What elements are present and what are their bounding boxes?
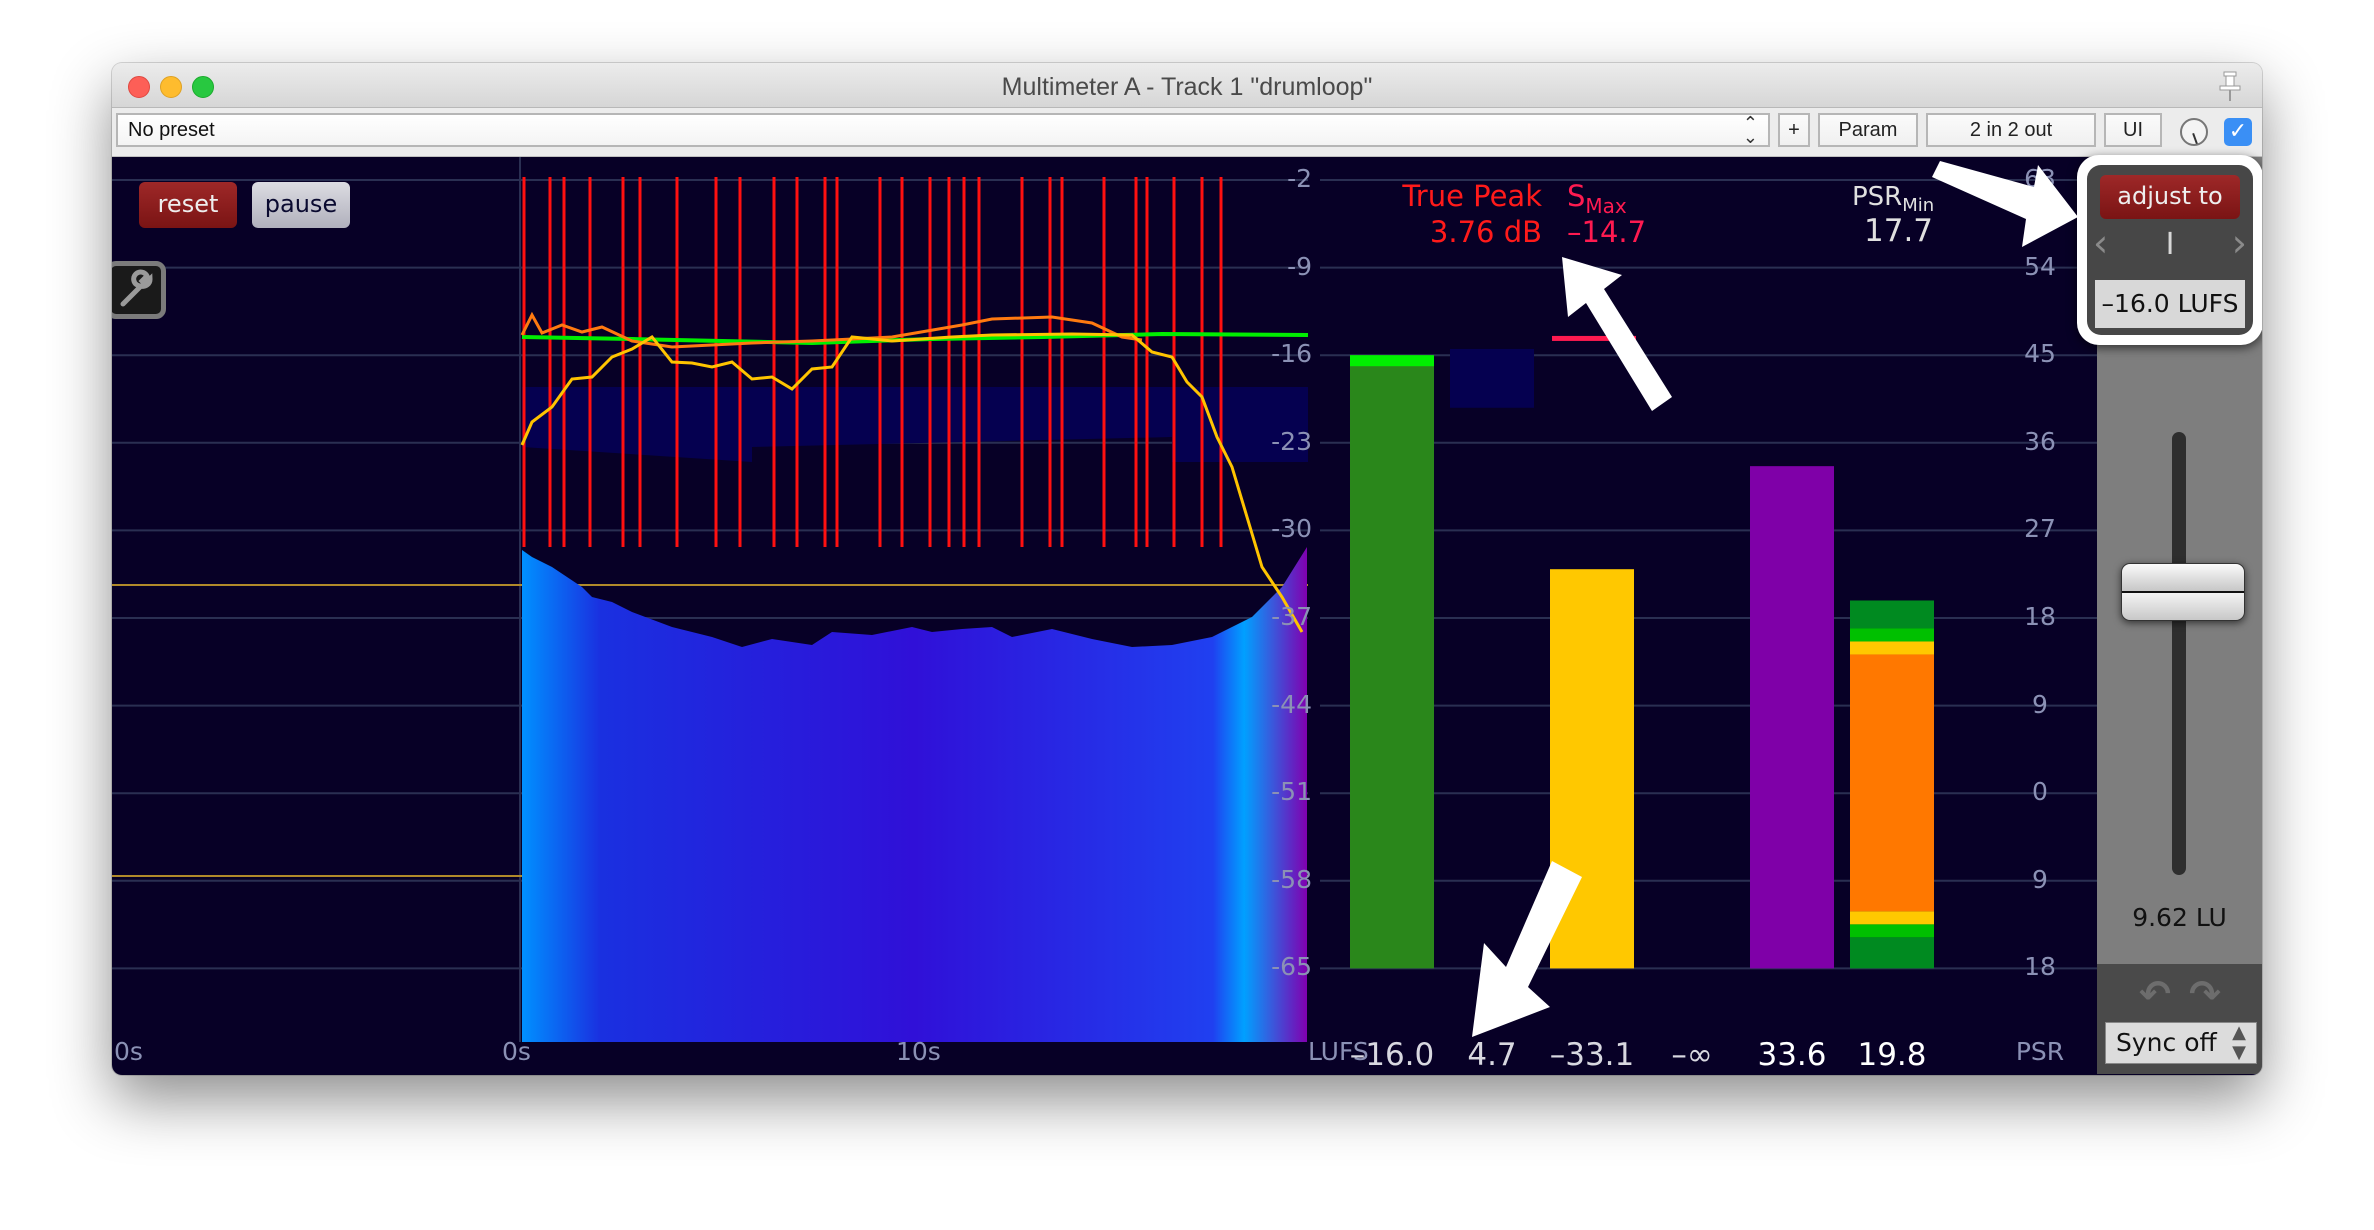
meter-value: 19.8 — [1857, 1037, 1927, 1073]
meter-label: I — [1347, 1073, 1437, 1075]
psr-unit-label: PSR — [2015, 1037, 2065, 1066]
meter-readout-plr: 19.8PLR — [1847, 1037, 1937, 1075]
gain-fader-track[interactable] — [2172, 432, 2186, 875]
io-config-button[interactable]: 2 in 2 out — [1926, 113, 2096, 147]
y-tick-label: -65 — [1271, 952, 1312, 982]
plr-bar-segment — [1850, 654, 1934, 912]
host-toolbar: No preset ⌃ ⌄ + Param 2 in 2 out UI ✓ — [112, 108, 2262, 157]
y-tick-label: -30 — [1271, 514, 1312, 544]
meter-label: LRA — [1447, 1073, 1537, 1075]
plr-bar-segment — [1850, 641, 1934, 655]
lra-bar — [1450, 348, 1534, 408]
wrench-icon — [120, 269, 153, 307]
adjust-popup: adjust to ‹ I › –16.0 LUFS — [2077, 155, 2262, 345]
sync-value: Sync off — [2116, 1028, 2217, 1057]
settings-button[interactable] — [112, 261, 166, 319]
integrated-bar — [1350, 355, 1434, 969]
annotation-arrow — [1932, 161, 2078, 247]
preset-select[interactable]: No preset ⌃ ⌄ — [116, 113, 1770, 147]
target-loudness-field[interactable]: –16.0 LUFS — [2095, 280, 2245, 328]
adjust-popup-body: adjust to ‹ I › –16.0 LUFS — [2087, 165, 2253, 335]
y-tick-label: -44 — [1271, 689, 1312, 719]
psr-tick-label: 18 — [2024, 602, 2056, 631]
updown-chevron-icon: ⌃ ⌄ — [1742, 113, 1758, 147]
title-bar: Multimeter A - Track 1 "drumloop" — [112, 63, 2262, 108]
add-preset-button[interactable]: + — [1778, 113, 1810, 147]
meter-readout-psr: 33.6PSR — [1747, 1037, 1837, 1075]
plugin-content: reset pause -2 -9 -16 -23 -30 -37 -44 -51 -58 -65… — [112, 155, 2262, 1075]
wet-dry-knob[interactable] — [2180, 118, 2208, 146]
window-title: Multimeter A - Track 1 "drumloop" — [1001, 73, 1373, 101]
y-tick-label: -23 — [1271, 426, 1312, 456]
plugin-window: Multimeter A - Track 1 "drumloop" No pre… — [112, 63, 2262, 1075]
psr-tick-label: 9 — [2032, 689, 2048, 719]
integrated-bar-cap — [1350, 355, 1434, 367]
meter-label: PSR — [1747, 1073, 1837, 1075]
preset-value: No preset — [128, 119, 215, 141]
chevron-right-icon[interactable]: › — [2232, 221, 2247, 265]
pause-button[interactable]: pause — [252, 182, 350, 228]
y-tick-label: -16 — [1271, 339, 1312, 369]
reset-button[interactable]: reset — [139, 182, 237, 228]
momentary-area — [522, 547, 1307, 1042]
meter-label: PLR — [1847, 1073, 1937, 1075]
psr-tick-label: 45 — [2024, 339, 2056, 369]
enable-checkbox[interactable]: ✓ — [2224, 118, 2252, 146]
y-tick-label: -51 — [1271, 777, 1312, 807]
meter-label: M — [1647, 1073, 1737, 1075]
psr-tick-label: 0 — [2032, 777, 2048, 807]
psr-tick-label: 18 — [2024, 952, 2056, 982]
help-link[interactable]: help — [172, 1072, 226, 1075]
plr-bar-segment — [1850, 937, 1934, 969]
panel-footer: ↶ ↷ Sync off ▲ ▼ — [2097, 964, 2262, 1074]
gain-value: 9.62 LU — [2132, 903, 2227, 932]
gain-fader-handle[interactable] — [2121, 563, 2245, 621]
meter-value: –16.0 — [1349, 1037, 1435, 1073]
param-button[interactable]: Param — [1818, 113, 1918, 147]
file-link[interactable]: file — [389, 1072, 427, 1075]
meter-readout-i: –16.0I — [1347, 1037, 1437, 1075]
plr-bar-segment — [1850, 628, 1934, 642]
x-tick-label: 0s — [114, 1037, 143, 1066]
pushpin-icon[interactable] — [2216, 69, 2244, 103]
adjust-to-button[interactable]: adjust to — [2100, 175, 2240, 219]
meter-readout-m: –∞M — [1647, 1037, 1737, 1075]
y-tick-label: -37 — [1271, 602, 1312, 631]
psr-bar — [1750, 466, 1834, 969]
updown-chevron-icon: ▲ ▼ — [2232, 1022, 2246, 1063]
ui-button[interactable]: UI — [2104, 113, 2162, 147]
psr-tick-label: 27 — [2024, 514, 2056, 544]
report-link[interactable]: report — [490, 1072, 566, 1075]
plr-bar-segment — [1850, 924, 1934, 938]
psr-tick-label: 9 — [2032, 864, 2048, 894]
annotation-arrow — [1472, 861, 1582, 1037]
list-link[interactable]: list — [285, 1072, 322, 1075]
plr-bar-segment — [1850, 911, 1934, 925]
annotation-arrow — [1562, 257, 1672, 411]
x-tick-label: 0s — [502, 1037, 531, 1066]
meter-label: S — [1547, 1073, 1637, 1075]
plr-bar-segment — [1850, 600, 1934, 629]
y-tick-label: -58 — [1271, 864, 1312, 894]
meter-value: –∞ — [1671, 1037, 1713, 1073]
psr-tick-label: 36 — [2024, 426, 2056, 456]
loudness-history-graph[interactable] — [112, 157, 1320, 1074]
x-tick-label: 10s — [896, 1037, 941, 1066]
meter-value: 33.6 — [1757, 1037, 1827, 1073]
y-tick-label: -9 — [1287, 251, 1312, 281]
sync-select[interactable]: Sync off ▲ ▼ — [2105, 1022, 2257, 1064]
undo-icon[interactable]: ↶ — [2139, 972, 2171, 1016]
adjust-mode-label: I — [2165, 227, 2175, 262]
redo-icon[interactable]: ↷ — [2189, 972, 2221, 1016]
